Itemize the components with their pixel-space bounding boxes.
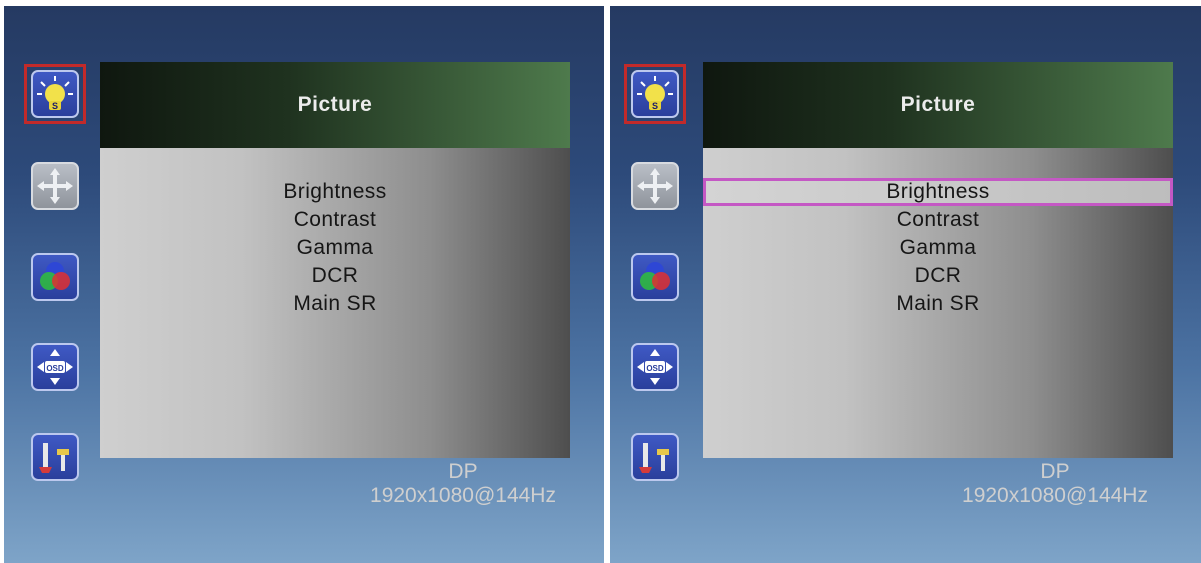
osd-position-icon: OSD bbox=[631, 343, 679, 391]
tools-setup-icon bbox=[631, 433, 679, 481]
menu-item-brightness[interactable]: Brightness bbox=[703, 178, 1173, 206]
picture-panel: Picture Brightness Contrast Gamma DCR Ma… bbox=[100, 62, 570, 458]
menu-item-main-sr[interactable]: Main SR bbox=[100, 290, 570, 318]
panel-body: Brightness Contrast Gamma DCR Main SR bbox=[703, 148, 1173, 458]
input-status: DP 1920x1080@144Hz bbox=[340, 460, 586, 508]
input-source-label: DP bbox=[1040, 460, 1070, 483]
sidebar-item-color[interactable] bbox=[624, 247, 686, 307]
input-status: DP 1920x1080@144Hz bbox=[932, 460, 1178, 508]
svg-text:OSD: OSD bbox=[646, 364, 664, 373]
menu-item-dcr[interactable]: DCR bbox=[100, 262, 570, 290]
panel-title: Picture bbox=[100, 62, 570, 148]
resolution-label: 1920x1080@144Hz bbox=[370, 484, 556, 507]
osd-position-icon: OSD bbox=[31, 343, 79, 391]
sidebar-item-position[interactable] bbox=[624, 156, 686, 216]
menu-item-gamma[interactable]: Gamma bbox=[703, 234, 1173, 262]
menu-item-brightness[interactable]: Brightness bbox=[100, 178, 570, 206]
resolution-label: 1920x1080@144Hz bbox=[962, 484, 1148, 507]
sidebar-item-osd[interactable]: OSD bbox=[24, 337, 86, 397]
menu-item-dcr[interactable]: DCR bbox=[703, 262, 1173, 290]
panel-title: Picture bbox=[703, 62, 1173, 148]
osd-icon-sidebar: S OSD bbox=[624, 64, 686, 481]
position-arrows-icon bbox=[631, 162, 679, 210]
svg-text:OSD: OSD bbox=[46, 364, 64, 373]
menu-item-contrast[interactable]: Contrast bbox=[703, 206, 1173, 234]
svg-text:S: S bbox=[652, 101, 658, 111]
sidebar-item-picture[interactable]: S bbox=[24, 64, 86, 124]
picture-menu-list: Brightness Contrast Gamma DCR Main SR bbox=[703, 178, 1173, 318]
sidebar-item-setup[interactable] bbox=[24, 427, 86, 487]
sidebar-item-color[interactable] bbox=[24, 247, 86, 307]
input-source-label: DP bbox=[448, 460, 478, 483]
color-circles-icon bbox=[631, 253, 679, 301]
sidebar-item-setup[interactable] bbox=[624, 427, 686, 487]
tools-setup-icon bbox=[31, 433, 79, 481]
panel-body: Brightness Contrast Gamma DCR Main SR bbox=[100, 148, 570, 458]
menu-item-gamma[interactable]: Gamma bbox=[100, 234, 570, 262]
osd-screen-right: S OSD Picture Brightness Contrast Gamma … bbox=[610, 6, 1201, 563]
osd-icon-sidebar: S OSD bbox=[24, 64, 86, 481]
svg-text:S: S bbox=[52, 101, 58, 111]
position-arrows-icon bbox=[31, 162, 79, 210]
sidebar-item-picture[interactable]: S bbox=[624, 64, 686, 124]
picture-bulb-icon: S bbox=[631, 70, 679, 118]
sidebar-item-position[interactable] bbox=[24, 156, 86, 216]
menu-item-main-sr[interactable]: Main SR bbox=[703, 290, 1173, 318]
picture-panel: Picture Brightness Contrast Gamma DCR Ma… bbox=[703, 62, 1173, 458]
picture-bulb-icon: S bbox=[31, 70, 79, 118]
sidebar-item-osd[interactable]: OSD bbox=[624, 337, 686, 397]
menu-item-contrast[interactable]: Contrast bbox=[100, 206, 570, 234]
osd-screen-left: S OSD Picture Brightness Contrast Gamma … bbox=[4, 6, 604, 563]
picture-menu-list: Brightness Contrast Gamma DCR Main SR bbox=[100, 178, 570, 318]
color-circles-icon bbox=[31, 253, 79, 301]
